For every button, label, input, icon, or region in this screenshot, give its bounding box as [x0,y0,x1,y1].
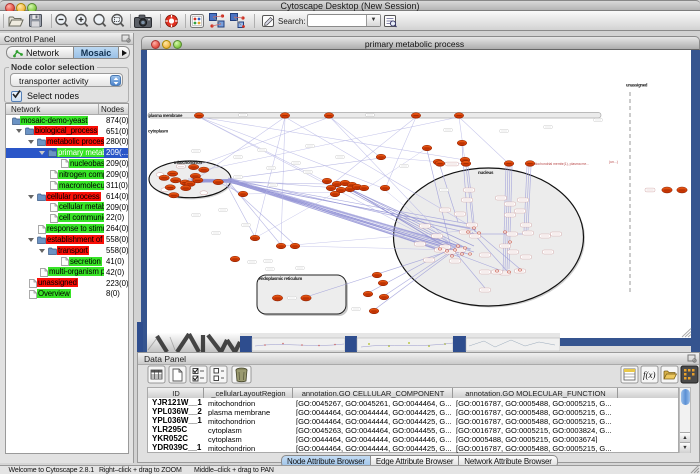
svg-text:endoplasmic reticulum: endoplasmic reticulum [259,276,303,281]
svg-text:plasma membrane: plasma membrane [149,113,184,118]
svg-text:unassigned: unassigned [626,83,648,88]
svg-text:mitochondrion: mitochondrion [174,160,203,165]
svg-text:nucleus: nucleus [478,170,494,175]
svg-text:f(x): f(x) [643,370,656,380]
svg-text:(un...): (un...) [609,160,618,164]
svg-text:mitochondrial membr(1), plasma: mitochondrial membr(1), plasma me... [532,162,589,166]
svg-text:cytoplasm: cytoplasm [148,129,168,134]
